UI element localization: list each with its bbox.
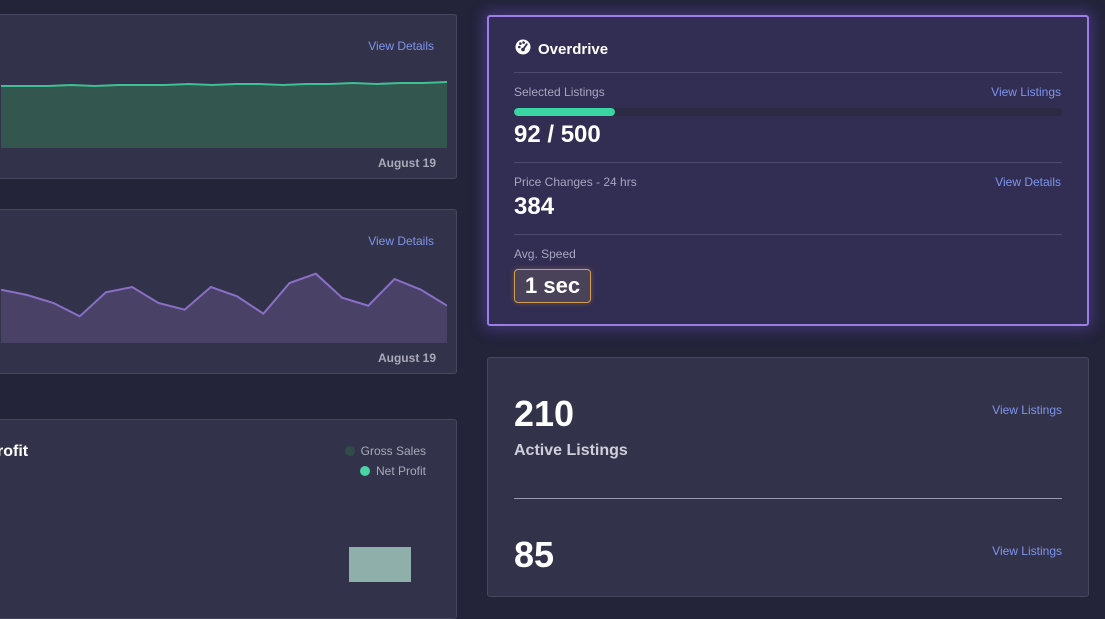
progress-fill bbox=[514, 108, 615, 116]
selected-listings-progress bbox=[514, 108, 1062, 116]
top-chart-view-details-link[interactable]: View Details bbox=[368, 39, 434, 53]
avg-speed-badge: 1 sec bbox=[514, 269, 592, 303]
selected-listings-label: Selected Listings bbox=[514, 85, 605, 99]
top-area-chart bbox=[1, 81, 447, 148]
price-changes-view-details-link[interactable]: View Details bbox=[995, 175, 1061, 189]
overdrive-title: Overdrive bbox=[538, 40, 609, 58]
mid-area-chart bbox=[1, 272, 447, 343]
net-profit-dot-icon bbox=[359, 466, 370, 476]
second-stat-value: 85 bbox=[514, 534, 555, 575]
price-changes-value: 384 bbox=[514, 193, 555, 220]
overdrive-divider bbox=[514, 72, 1062, 73]
top-area-chart-card: View Details August 19 bbox=[0, 14, 457, 179]
gross-sales-dot-icon bbox=[344, 446, 355, 456]
mid-chart-area-fill bbox=[1, 273, 447, 343]
second-stat-view-link[interactable]: View Listings bbox=[992, 544, 1062, 558]
overdrive-divider bbox=[514, 162, 1062, 163]
selected-listings-view-link[interactable]: View Listings bbox=[991, 85, 1061, 99]
legend-gross-sales[interactable]: Gross Sales bbox=[344, 444, 426, 458]
selected-listings-value: 92 / 500 bbox=[514, 121, 601, 148]
top-chart-date-label: August 19 bbox=[377, 156, 436, 170]
avg-speed-label: Avg. Speed bbox=[514, 247, 576, 261]
overdrive-divider bbox=[514, 234, 1062, 235]
overdrive-header: Overdrive bbox=[515, 39, 608, 59]
profit-chart-title: rofit bbox=[0, 443, 29, 460]
active-listings-view-link[interactable]: View Listings bbox=[992, 403, 1062, 417]
mid-area-chart-card: View Details August 19 bbox=[0, 209, 457, 374]
legend-net-profit[interactable]: Net Profit bbox=[359, 464, 426, 478]
legend-gross-sales-label: Gross Sales bbox=[360, 444, 426, 458]
top-chart-area-fill bbox=[1, 82, 447, 148]
price-changes-label: Price Changes - 24 hrs bbox=[514, 175, 637, 189]
listings-stats-card: 210 View Listings Active Listings 85 Vie… bbox=[487, 357, 1089, 597]
active-listings-label: Active Listings bbox=[514, 442, 628, 459]
mid-chart-date-label: August 19 bbox=[377, 351, 436, 365]
overdrive-card: Overdrive Selected Listings View Listing… bbox=[487, 15, 1089, 326]
net-profit-bar bbox=[349, 547, 411, 582]
stats-divider bbox=[514, 498, 1062, 499]
profit-bar-chart bbox=[349, 547, 411, 582]
active-listings-value: 210 bbox=[514, 393, 575, 434]
profit-chart-card: rofit Gross Sales Net Profit bbox=[0, 419, 457, 619]
mid-chart-view-details-link[interactable]: View Details bbox=[368, 234, 434, 248]
legend-net-profit-label: Net Profit bbox=[375, 464, 426, 478]
dashboard-gauge-icon bbox=[515, 39, 531, 59]
